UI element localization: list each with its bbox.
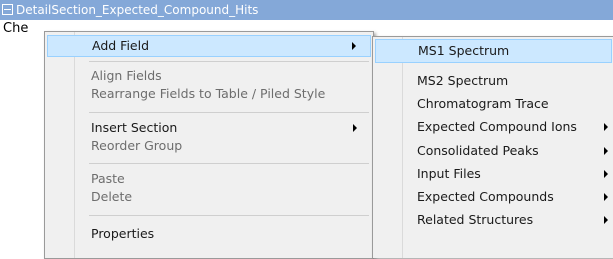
menu-item-align-fields[interactable]: Align Fields xyxy=(47,67,371,85)
submenu-arrow-icon xyxy=(604,193,608,201)
menu-separator xyxy=(89,163,369,164)
submenu-item-expected-compound-ions[interactable]: Expected Compound Ions xyxy=(375,116,612,138)
menu-item-add-field[interactable]: Add Field xyxy=(47,35,371,57)
submenu-item-ms1-spectrum[interactable]: MS1 Spectrum xyxy=(375,39,612,63)
menu-separator xyxy=(89,112,369,113)
collapse-icon[interactable] xyxy=(2,4,13,15)
submenu-arrow-icon xyxy=(604,147,608,155)
row-text: Che xyxy=(3,21,29,36)
submenu-item-input-files[interactable]: Input Files xyxy=(375,163,612,185)
menu-item-properties[interactable]: Properties xyxy=(47,224,371,244)
menu-separator xyxy=(89,215,369,216)
menu-separator xyxy=(89,61,369,62)
menu-item-reorder-group[interactable]: Reorder Group xyxy=(47,137,371,155)
submenu-arrow-icon xyxy=(353,124,357,132)
menu-item-delete[interactable]: Delete xyxy=(47,188,371,206)
menu-item-insert-section[interactable]: Insert Section xyxy=(47,119,371,137)
menu-item-paste[interactable]: Paste xyxy=(47,170,371,188)
section-header[interactable]: DetailSection_Expected_Compound_Hits xyxy=(0,0,613,20)
submenu-item-chromatogram-trace[interactable]: Chromatogram Trace xyxy=(375,93,612,115)
add-field-submenu: MS1 Spectrum MS2 Spectrum Chromatogram T… xyxy=(372,36,613,258)
submenu-arrow-icon xyxy=(604,170,608,178)
submenu-arrow-icon xyxy=(604,216,608,224)
submenu-item-expected-compounds[interactable]: Expected Compounds xyxy=(375,186,612,208)
submenu-arrow-icon xyxy=(352,42,356,50)
submenu-item-consolidated-peaks[interactable]: Consolidated Peaks xyxy=(375,140,612,162)
context-menu: Add Field Align Fields Rearrange Fields … xyxy=(44,31,374,259)
submenu-item-ms2-spectrum[interactable]: MS2 Spectrum xyxy=(375,70,612,92)
submenu-item-related-structures[interactable]: Related Structures xyxy=(375,209,612,231)
section-title: DetailSection_Expected_Compound_Hits xyxy=(16,3,259,17)
menu-item-rearrange-fields[interactable]: Rearrange Fields to Table / Piled Style xyxy=(47,85,371,103)
submenu-arrow-icon xyxy=(604,123,608,131)
